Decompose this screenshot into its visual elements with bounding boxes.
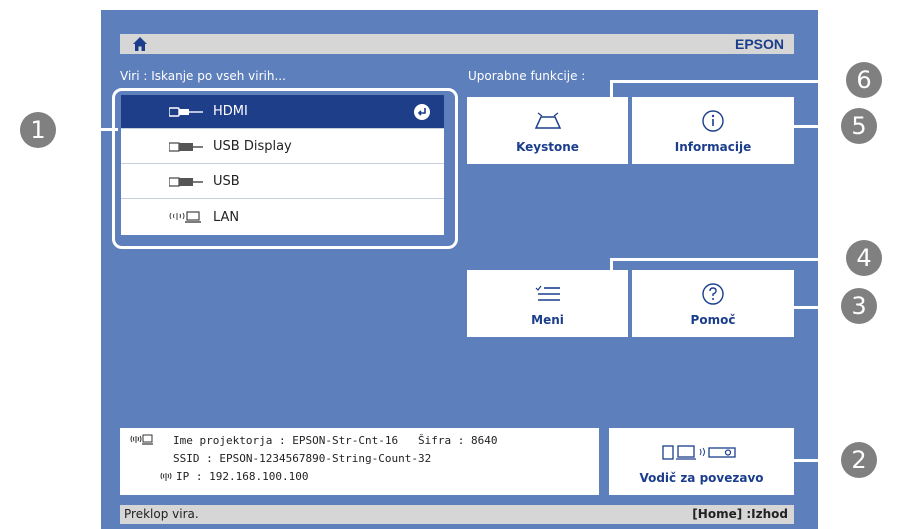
keystone-button[interactable]: Keystone: [467, 97, 628, 164]
source-item-hdmi[interactable]: HDMI: [121, 95, 444, 129]
lan-icon: [169, 210, 207, 224]
projector-name-line: Ime projektorja : EPSON-Str-Cnt-16 Šifra…: [173, 434, 498, 447]
callout-6: 6: [846, 62, 882, 98]
source-item-usb-display[interactable]: USB Display: [121, 130, 444, 164]
callout-4: 4: [846, 240, 882, 276]
source-label: LAN: [213, 209, 240, 225]
help-button[interactable]: Pomoč: [632, 270, 794, 337]
source-label: USB Display: [213, 139, 292, 154]
callout-dot-4: [605, 290, 615, 300]
usb-icon: [169, 176, 207, 188]
connection-guide-icon: [661, 439, 742, 465]
callout-leader-2: [742, 459, 842, 462]
functions-heading: Uporabne funkcije :: [468, 69, 586, 83]
callout-dot-2: [736, 455, 746, 465]
top-bar: EPSON: [120, 34, 794, 54]
status-hint: Preklop vira.: [124, 507, 199, 521]
home-exit-hint: [Home] :Izhod: [692, 507, 788, 521]
info-icon: [701, 108, 725, 134]
status-bar: Preklop vira. [Home] :Izhod: [120, 505, 794, 524]
menu-icon: [535, 281, 561, 307]
callout-leader-4b: [610, 258, 848, 261]
callout-leader-6b: [610, 80, 848, 83]
projector-info-panel: Ime projektorja : EPSON-Str-Cnt-16 Šifra…: [120, 428, 599, 495]
enter-icon: [414, 104, 430, 120]
keystone-label: Keystone: [516, 139, 579, 154]
callout-dot-3: [753, 302, 763, 312]
source-label: HDMI: [213, 104, 248, 119]
menu-button[interactable]: Meni: [467, 270, 628, 337]
hdmi-icon: [169, 106, 207, 118]
connection-guide-label: Vodič za povezavo: [639, 470, 764, 485]
ip-line: IP : 192.168.100.100: [176, 470, 309, 483]
lan-icon: [130, 434, 153, 445]
ssid-line: SSID : EPSON-1234567890-String-Count-32: [173, 452, 432, 465]
information-label: Informacije: [674, 139, 752, 154]
callout-3: 3: [841, 288, 877, 324]
keystone-icon: [533, 108, 563, 134]
callout-leader-1: [56, 128, 118, 131]
help-label: Pomoč: [690, 312, 736, 327]
home-icon[interactable]: [132, 36, 148, 52]
wireless-icon: [160, 472, 172, 481]
help-icon: [701, 281, 725, 307]
callout-dot-6: [605, 113, 615, 123]
callout-leader-3: [759, 306, 843, 309]
callout-2: 2: [841, 442, 877, 478]
callout-leader-5: [759, 125, 843, 128]
usb-display-icon: [169, 141, 207, 153]
source-item-usb[interactable]: USB: [121, 165, 444, 199]
source-item-lan[interactable]: LAN: [121, 200, 444, 234]
sources-heading: Viri : Iskanje po vseh virih...: [120, 69, 286, 83]
callout-1: 1: [20, 112, 56, 148]
source-label: USB: [213, 174, 240, 189]
menu-label: Meni: [531, 312, 564, 327]
callout-dot-5: [753, 121, 763, 131]
callout-5: 5: [841, 108, 877, 144]
information-button[interactable]: Informacije: [632, 97, 794, 164]
source-list: HDMI USB Display USB LAN: [121, 95, 444, 235]
epson-logo: EPSON: [734, 36, 784, 52]
